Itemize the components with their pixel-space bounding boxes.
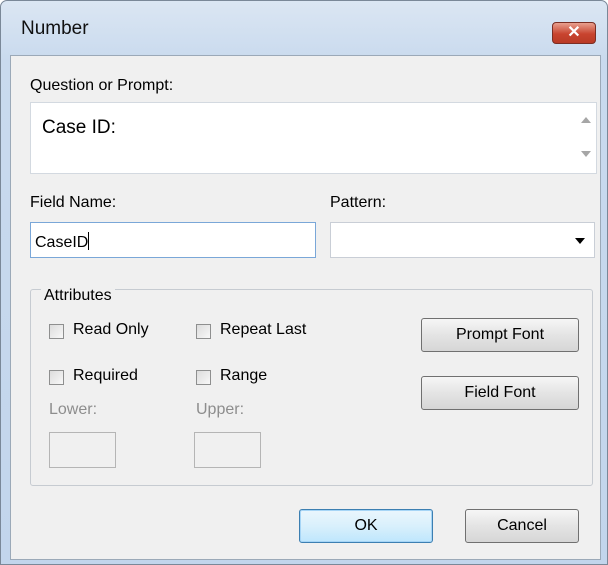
field-font-label: Field Font xyxy=(464,384,536,401)
ok-button[interactable]: OK xyxy=(299,509,433,543)
ok-label: OK xyxy=(354,517,378,534)
field-name-value-wrap: CaseID xyxy=(35,232,90,252)
field-name-input[interactable]: CaseID xyxy=(30,222,316,258)
scroll-up-icon[interactable] xyxy=(581,117,591,123)
required-label[interactable]: Required xyxy=(73,367,138,385)
lower-input xyxy=(49,432,116,468)
upper-label: Upper: xyxy=(196,401,245,418)
field-font-button[interactable]: Field Font xyxy=(421,376,579,410)
close-icon: ✕ xyxy=(567,24,581,41)
upper-input xyxy=(194,432,261,468)
prompt-textarea[interactable]: Case ID: xyxy=(30,102,597,174)
field-name-value: CaseID xyxy=(35,234,89,251)
prompt-font-button[interactable]: Prompt Font xyxy=(421,318,579,352)
chevron-down-icon[interactable] xyxy=(575,238,585,244)
dialog-body: Question or Prompt: Case ID: Field Name:… xyxy=(10,55,601,560)
cancel-label: Cancel xyxy=(497,517,547,534)
range-checkbox[interactable] xyxy=(196,370,211,385)
repeat-last-label[interactable]: Repeat Last xyxy=(220,321,306,339)
attributes-label: Attributes xyxy=(41,287,115,305)
cancel-button[interactable]: Cancel xyxy=(465,509,579,543)
prompt-label: Question or Prompt: xyxy=(30,77,174,94)
repeat-last-checkbox[interactable] xyxy=(196,324,211,339)
number-dialog: Number ✕ Question or Prompt: Case ID: Fi… xyxy=(0,0,608,565)
close-button[interactable]: ✕ xyxy=(552,22,596,44)
read-only-checkbox[interactable] xyxy=(49,324,64,339)
lower-label: Lower: xyxy=(49,401,98,418)
title-bar: Number ✕ xyxy=(1,1,607,55)
read-only-label[interactable]: Read Only xyxy=(73,321,149,339)
prompt-scrollbar[interactable] xyxy=(576,103,596,173)
pattern-label: Pattern: xyxy=(330,194,387,211)
window-title: Number xyxy=(21,18,89,39)
prompt-font-label: Prompt Font xyxy=(455,326,545,343)
scroll-down-icon[interactable] xyxy=(581,151,591,157)
prompt-text: Case ID: xyxy=(42,117,116,138)
field-name-label: Field Name: xyxy=(30,194,117,211)
range-label[interactable]: Range xyxy=(220,367,267,385)
text-caret xyxy=(88,232,90,250)
pattern-select[interactable] xyxy=(330,222,595,258)
required-checkbox[interactable] xyxy=(49,370,64,385)
